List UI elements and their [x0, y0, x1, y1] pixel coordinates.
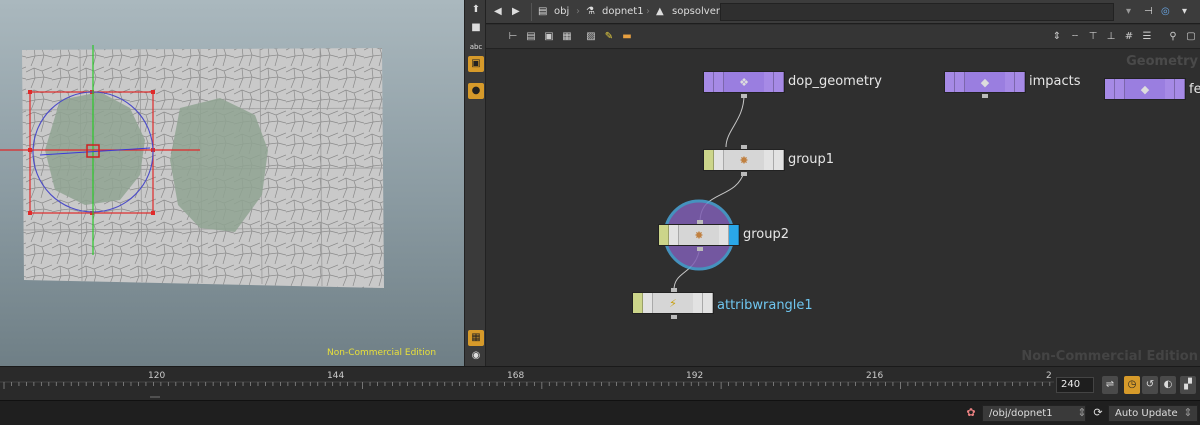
sticky-note-icon[interactable]: ✎ [602, 30, 616, 44]
playbar: 120 144 168 192 216 2 240 ⇌ ◷ ↺ ◐ ▞ [0, 366, 1200, 400]
output-port[interactable] [671, 315, 677, 319]
group-icon: ✸ [739, 153, 749, 167]
path-crumb-obj[interactable]: obj [554, 4, 569, 20]
node-dop_geometry[interactable]: ❖ [703, 71, 785, 93]
node-label[interactable]: group1 [788, 152, 834, 167]
path-field[interactable]: /obj/dopnet1 [982, 405, 1086, 422]
stop-icon[interactable]: ■ [468, 20, 484, 36]
tick-label: 144 [327, 371, 344, 381]
align-icon[interactable]: ⊤ [1086, 30, 1100, 44]
chevron-right-icon: › [646, 6, 650, 17]
chevron-right-icon: › [576, 6, 580, 17]
tick-label: 168 [507, 371, 524, 381]
path-crumb-dopnet1[interactable]: dopnet1 [602, 4, 644, 20]
dashed-line-icon[interactable]: ┄ [1068, 30, 1082, 44]
viewport-toolbar: ⬆ ■ abc ▣ ● ▦ ◉ [464, 0, 486, 366]
viewport-watermark: Non-Commercial Edition [327, 348, 437, 358]
output-port[interactable] [697, 247, 703, 251]
snap-icon[interactable]: ⊥ [1104, 30, 1118, 44]
tick-label: 2 [1046, 371, 1052, 381]
pane-menu-icon[interactable]: ▾ [1182, 4, 1187, 20]
node-group2[interactable]: ✸ [658, 224, 740, 246]
output-port[interactable] [741, 94, 747, 98]
dropdown-arrow-icon[interactable]: ▾ [1126, 4, 1131, 20]
node-wires [663, 94, 745, 291]
group-icon: ✸ [694, 228, 704, 242]
audio-icon[interactable]: ◐ [1160, 376, 1176, 394]
node-label[interactable]: group2 [743, 227, 789, 242]
tick-label: 216 [866, 371, 883, 381]
vertical-layout-icon[interactable]: ⇕ [1050, 30, 1064, 44]
realtime-icon[interactable]: ◷ [1124, 376, 1140, 394]
viewport-scene[interactable] [0, 0, 464, 366]
node-view-icon[interactable]: ▣ [542, 30, 556, 44]
chevron-down-icon[interactable]: ⇕ [1180, 405, 1196, 421]
path-field[interactable] [720, 3, 1114, 21]
node-attribwrangle1[interactable]: ⚡ [632, 292, 714, 314]
display-text-toggle[interactable]: abc [468, 39, 484, 55]
output-port[interactable] [741, 172, 747, 176]
sopsolver-icon: ▲ [656, 6, 664, 17]
keyframe-icon[interactable]: ⇌ [1102, 376, 1118, 394]
path-crumb-sopsolver1[interactable]: sopsolver1 [672, 4, 726, 20]
camera-icon[interactable]: ◉ [468, 348, 484, 364]
scene-viewport[interactable]: Non-Commercial Edition [0, 0, 464, 366]
obj-icon: ▤ [538, 6, 548, 17]
layout-grid-icon[interactable]: ▦ [468, 330, 484, 346]
global-animation-icon[interactable]: ▞ [1180, 376, 1196, 394]
forward-arrow-icon[interactable]: ▶ [512, 4, 520, 20]
frame-all-icon[interactable]: ▢ [1184, 30, 1198, 44]
dropdown-arrow-icon[interactable]: ⇕ [1074, 405, 1090, 421]
background-image-icon[interactable]: ▨ [584, 30, 598, 44]
houdini-window: Non-Commercial Edition ⬆ ■ abc ▣ ● ▦ ◉ ◀… [0, 0, 1200, 425]
zoom-icon[interactable]: ⚲ [1166, 30, 1180, 44]
network-toolbar: ⊢ ▤ ▣ ▦ ▨ ✎ ▬ ⇕ ┄ ⊤ ⊥ # ☰ ⚲ ▢ [486, 25, 1200, 49]
grid-lines-icon[interactable]: ☰ [1140, 30, 1154, 44]
tick-label: 120 [148, 371, 165, 381]
node-graph[interactable]: Geometry ❖ dop_geometry ◆ impacts ◆ fe ✸… [486, 50, 1200, 366]
node-label[interactable]: dop_geometry [788, 74, 882, 89]
loop-icon[interactable]: ↺ [1142, 376, 1158, 394]
node-label[interactable]: fe [1189, 82, 1200, 97]
dopnet-icon: ⚗ [586, 6, 595, 17]
select-arrow-icon[interactable]: ⬆ [468, 2, 484, 18]
network-watermark: Non-Commercial Edition [1021, 349, 1198, 364]
wrangle-icon: ⚡ [669, 296, 677, 310]
network-box-icon[interactable]: ▬ [620, 30, 634, 44]
grid-icon[interactable]: # [1122, 30, 1136, 44]
display-flag[interactable] [729, 225, 739, 245]
import-icon: ◆ [1140, 82, 1150, 96]
node-label[interactable]: impacts [1029, 74, 1081, 89]
end-frame-field[interactable]: 240 [1056, 377, 1094, 393]
tick-label: 192 [686, 371, 703, 381]
list-view-icon[interactable]: ▤ [524, 30, 538, 44]
node-label-selected[interactable]: attribwrangle1 [717, 298, 813, 313]
path-bar: ◀ ▶ ▤ obj › ⚗ dopnet1 › ▲ sopsolver1 ▾ ⊣… [486, 0, 1200, 24]
refresh-icon[interactable]: ⟳ [1090, 405, 1106, 421]
tree-view-icon[interactable]: ⊢ [506, 30, 520, 44]
pin-icon[interactable]: ● [468, 83, 484, 99]
network-editor: ◀ ▶ ▤ obj › ⚗ dopnet1 › ▲ sopsolver1 ▾ ⊣… [486, 0, 1200, 366]
node-fe[interactable]: ◆ [1104, 78, 1186, 100]
output-port[interactable] [982, 94, 988, 98]
status-bar: ✿ /obj/dopnet1 ⇕ ⟳ Auto Update ⇕ [0, 400, 1200, 425]
node-impacts[interactable]: ◆ [944, 71, 1026, 93]
pin-pane-icon[interactable]: ⊣ [1144, 4, 1153, 20]
node-group1[interactable]: ✸ [703, 149, 785, 171]
palette-icon[interactable]: ▦ [560, 30, 574, 44]
timeline-ruler[interactable]: 120 144 168 192 216 2 [0, 367, 1054, 401]
back-arrow-icon[interactable]: ◀ [494, 4, 502, 20]
dop-import-icon: ❖ [739, 75, 749, 89]
display-geometry-icon[interactable]: ▣ [468, 56, 484, 72]
link-icon[interactable]: ◎ [1161, 4, 1170, 20]
import-icon: ◆ [980, 75, 990, 89]
brain-icon: ✿ [966, 406, 976, 419]
